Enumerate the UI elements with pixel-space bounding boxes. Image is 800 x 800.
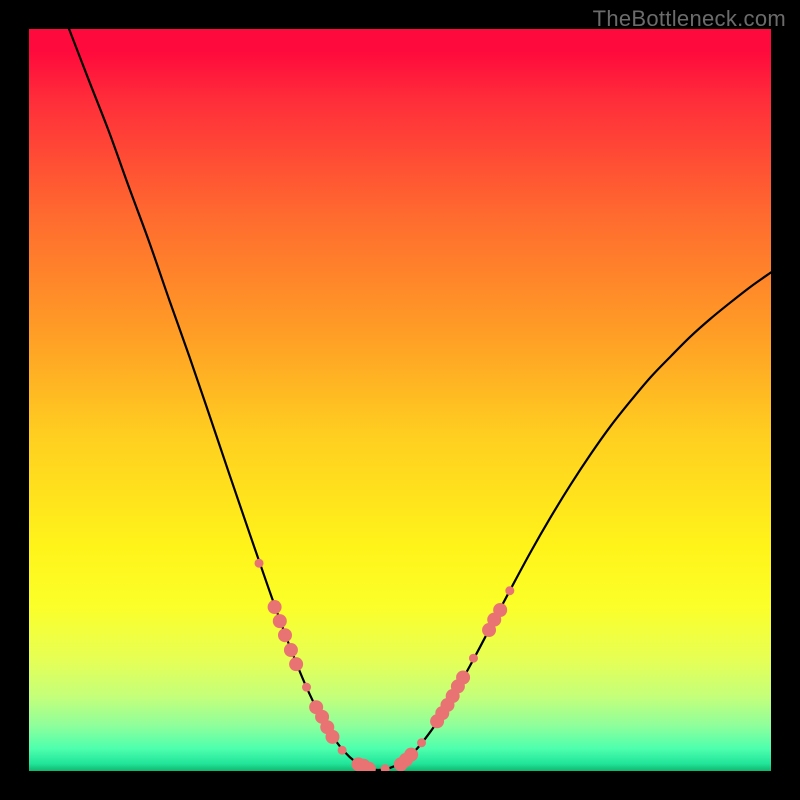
- curve-marker: [417, 738, 426, 747]
- curve-marker: [273, 614, 287, 628]
- chart-frame: TheBottleneck.com: [0, 0, 800, 800]
- curve-marker: [493, 603, 507, 617]
- watermark-text: TheBottleneck.com: [593, 6, 786, 32]
- curve-marker: [505, 586, 514, 595]
- curve-marker: [469, 654, 478, 663]
- plot-area: [29, 29, 771, 771]
- bottleneck-curve: [69, 29, 771, 770]
- curve-marker: [381, 764, 390, 771]
- curve-marker: [255, 559, 264, 568]
- curve-marker: [302, 683, 311, 692]
- chart-svg: [29, 29, 771, 771]
- curve-marker: [404, 748, 418, 762]
- curve-marker: [456, 671, 470, 685]
- curve-marker: [284, 643, 298, 657]
- curve-marker: [325, 730, 339, 744]
- curve-marker: [338, 746, 347, 755]
- curve-markers: [255, 559, 515, 771]
- curve-marker: [278, 628, 292, 642]
- curve-marker: [289, 657, 303, 671]
- curve-marker: [268, 600, 282, 614]
